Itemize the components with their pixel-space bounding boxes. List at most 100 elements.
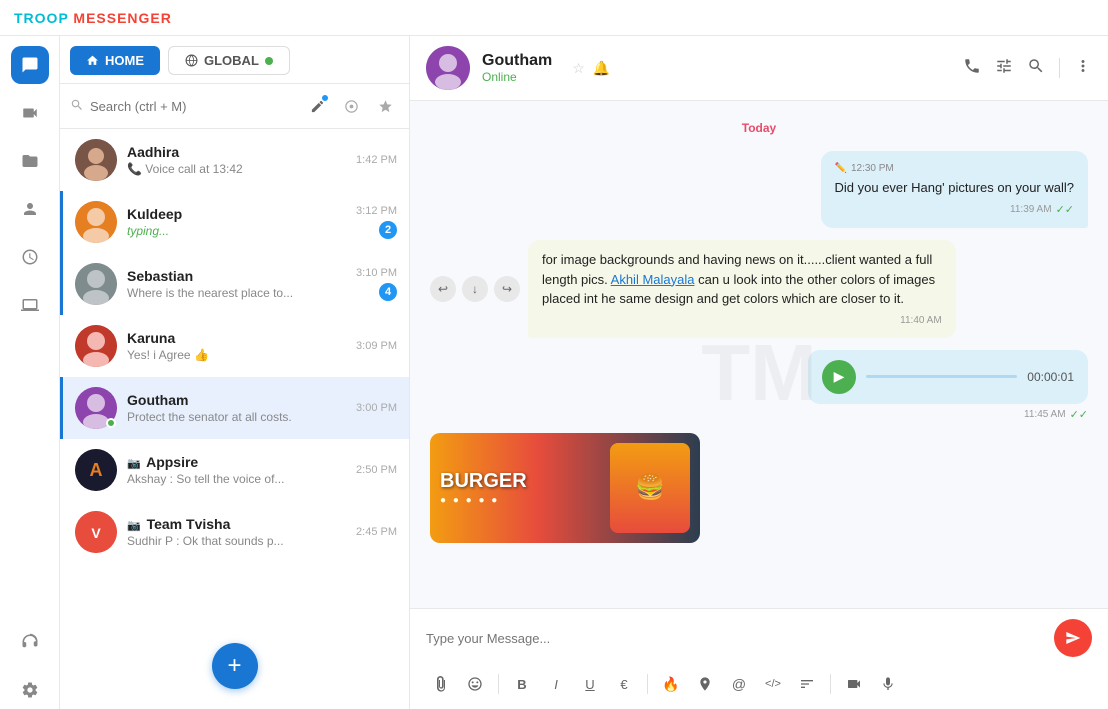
sidebar-item-contacts[interactable] xyxy=(11,190,49,228)
mention-link[interactable]: Akhil Malayala xyxy=(611,272,695,287)
conv-meta: 1:42 PM xyxy=(356,154,397,166)
search-chat-icon[interactable] xyxy=(1027,57,1045,80)
avatar-wrap xyxy=(75,263,117,305)
underline-button[interactable]: U xyxy=(575,669,605,699)
search-input[interactable] xyxy=(90,99,297,114)
list-item[interactable]: Aadhira 📞 Voice call at 13:42 1:42 PM xyxy=(60,129,409,191)
chat-contact-status: Online xyxy=(482,70,552,84)
star-icon[interactable]: ☆ xyxy=(572,60,585,77)
download-button[interactable]: ↓ xyxy=(462,276,488,302)
voice-call-icon[interactable] xyxy=(963,57,981,80)
chat-area: Goutham Online ☆ 🔔 xyxy=(410,36,1108,709)
settings-sliders-icon[interactable] xyxy=(995,57,1013,80)
conv-name: Kuldeep xyxy=(127,206,346,222)
message-text: Did you ever Hang' pictures on your wall… xyxy=(835,178,1075,198)
conv-meta: 3:09 PM xyxy=(356,340,397,352)
message-check: ✓✓ xyxy=(1070,408,1088,421)
sidebar-item-clock[interactable] xyxy=(11,238,49,276)
conv-meta: 2:50 PM xyxy=(356,464,397,476)
chat-input-area: B I U € 🔥 @ </> xyxy=(410,608,1108,709)
message-row: ↩ ↓ ↪ for image backgrounds and having n… xyxy=(430,240,1088,338)
audio-bubble: ▶ 00:00:01 xyxy=(808,350,1088,404)
chat-contact-name: Goutham xyxy=(482,52,552,70)
sidebar-item-headset[interactable] xyxy=(11,623,49,661)
conv-preview-typing: typing... xyxy=(127,224,346,238)
conv-info: 📷 Appsire Akshay : So tell the voice of.… xyxy=(127,454,346,486)
conv-time: 3:00 PM xyxy=(356,402,397,414)
bold-button[interactable]: B xyxy=(507,669,537,699)
message-footer: 11:40 AM xyxy=(542,313,942,328)
list-item[interactable]: A 📷 Appsire Akshay : So tell the voice o… xyxy=(60,439,409,501)
speaker-icon[interactable]: 🔔 xyxy=(593,60,610,77)
conv-preview: Where is the nearest place to... xyxy=(127,286,346,300)
mention-button[interactable]: @ xyxy=(724,669,754,699)
tab-global[interactable]: GLOBAL xyxy=(168,46,290,75)
fire-button[interactable]: 🔥 xyxy=(656,669,686,699)
tab-home[interactable]: HOME xyxy=(70,46,160,75)
send-button[interactable] xyxy=(1054,619,1092,657)
forward-button[interactable]: ↪ xyxy=(494,276,520,302)
conv-meta: 3:10 PM 4 xyxy=(356,267,397,301)
conv-name: Goutham xyxy=(127,392,346,408)
filter-icon[interactable] xyxy=(337,92,365,120)
message-input[interactable] xyxy=(426,631,1046,646)
audio-duration: 00:00:01 xyxy=(1027,370,1074,384)
video-message-button[interactable] xyxy=(839,669,869,699)
italic-button[interactable]: I xyxy=(541,669,571,699)
message-footer: 11:45 AM ✓✓ xyxy=(808,408,1088,421)
avatar-wrap: V xyxy=(75,511,117,553)
global-online-dot xyxy=(265,57,273,65)
sidebar-item-monitor[interactable] xyxy=(11,286,49,324)
list-item[interactable]: Kuldeep typing... 3:12 PM 2 xyxy=(60,191,409,253)
message-time: 11:40 AM xyxy=(900,313,942,328)
list-item-active[interactable]: Goutham Protect the senator at all costs… xyxy=(60,377,409,439)
conv-time: 3:09 PM xyxy=(356,340,397,352)
avatar-wrap xyxy=(75,325,117,367)
equalizer-button[interactable] xyxy=(792,669,822,699)
compose-icon[interactable] xyxy=(303,92,331,120)
emoji-button[interactable] xyxy=(460,669,490,699)
more-options-icon[interactable] xyxy=(1074,57,1092,80)
list-item[interactable]: V 📷 Team Tvisha Sudhir P : Ok that sound… xyxy=(60,501,409,563)
conv-preview: Sudhir P : Ok that sounds p... xyxy=(127,534,346,548)
audio-record-button[interactable] xyxy=(873,669,903,699)
star-filter-icon[interactable] xyxy=(371,92,399,120)
conv-time: 2:50 PM xyxy=(356,464,397,476)
sidebar-item-folder[interactable] xyxy=(11,142,49,180)
message-actions: ↩ ↓ ↪ xyxy=(430,276,520,302)
header-icons xyxy=(963,57,1092,80)
conv-time: 3:10 PM xyxy=(356,267,397,279)
chat-contact-avatar xyxy=(426,46,470,90)
list-item[interactable]: Karuna Yes! i Agree 👍 3:09 PM xyxy=(60,315,409,377)
strikethrough-button[interactable]: € xyxy=(609,669,639,699)
sidebar-item-video[interactable] xyxy=(11,94,49,132)
brand-troop: TROOP xyxy=(14,10,69,26)
conv-name: Sebastian xyxy=(127,268,346,284)
topbar: TROOP MESSENGER xyxy=(0,0,1108,36)
location-button[interactable] xyxy=(690,669,720,699)
message-bubble: for image backgrounds and having news on… xyxy=(528,240,956,338)
avatar: A xyxy=(75,449,117,491)
unread-badge: 4 xyxy=(379,283,397,301)
message-text: for image backgrounds and having news on… xyxy=(542,250,942,309)
conv-preview: Protect the senator at all costs. xyxy=(127,410,346,424)
sidebar-item-settings[interactable] xyxy=(11,671,49,709)
audio-message: ▶ 00:00:01 11:45 AM ✓✓ xyxy=(808,350,1088,421)
message-edit-time: ✏️ 12:30 PM xyxy=(835,161,1075,176)
message-row: ▶ 00:00:01 11:45 AM ✓✓ xyxy=(430,350,1088,421)
attach-button[interactable] xyxy=(426,669,456,699)
list-item[interactable]: Sebastian Where is the nearest place to.… xyxy=(60,253,409,315)
sidebar-item-chat[interactable] xyxy=(11,46,49,84)
reply-button[interactable]: ↩ xyxy=(430,276,456,302)
chat-messages: TM Today ✏️ 12:30 PM Did you ever Hang' … xyxy=(410,101,1108,608)
message-input-row xyxy=(426,619,1092,657)
code-button[interactable]: </> xyxy=(758,669,788,699)
image-message: BURGER ● ● ● ● ● 🍔 xyxy=(430,433,700,543)
toolbar-divider xyxy=(830,674,831,694)
conv-info: Goutham Protect the senator at all costs… xyxy=(127,392,346,424)
conv-info: Karuna Yes! i Agree 👍 xyxy=(127,330,346,362)
date-divider: Today xyxy=(430,121,1088,135)
play-button[interactable]: ▶ xyxy=(822,360,856,394)
toolbar-divider xyxy=(498,674,499,694)
new-conversation-fab[interactable]: + xyxy=(212,643,258,689)
